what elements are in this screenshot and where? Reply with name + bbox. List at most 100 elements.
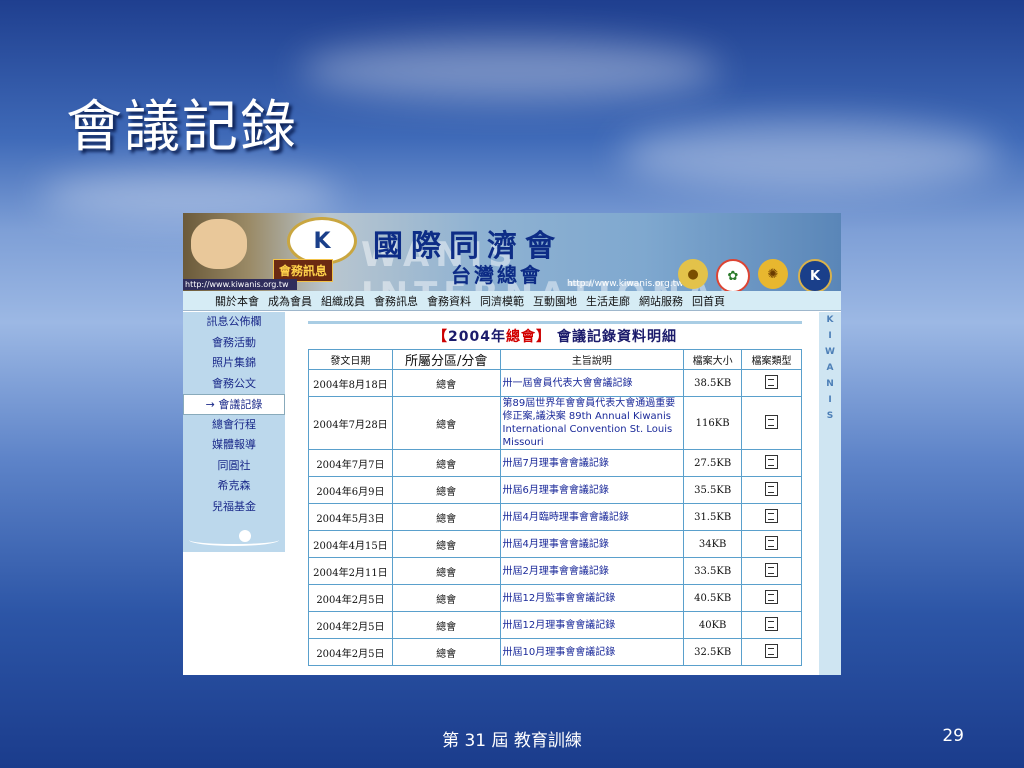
nav-item[interactable]: 組織成員: [321, 293, 365, 309]
cell-date: 2004年2月5日: [308, 611, 393, 639]
cell-desc-link[interactable]: 卅一屆會員代表大會會議記錄: [499, 369, 685, 397]
nav-item[interactable]: 網站服務: [639, 293, 683, 309]
url-left: http://www.kiwanis.org.tw: [183, 279, 297, 290]
nav-item[interactable]: 成為會員: [268, 293, 312, 309]
emblem-icon: ●: [678, 259, 708, 289]
nav-item[interactable]: 回首頁: [692, 293, 725, 309]
word-doc-icon[interactable]: [765, 616, 779, 631]
cell-date: 2004年5月3日: [308, 503, 393, 531]
cell-unit: 總會: [391, 530, 501, 558]
word-doc-icon[interactable]: [765, 643, 779, 658]
table-row: 2004年2月5日 總會 卅屆12月理事會會議記錄 40KB: [308, 611, 802, 639]
cell-desc-link[interactable]: 卅屆4月臨時理事會會議記錄: [499, 503, 685, 531]
word-doc-icon[interactable]: [765, 535, 779, 550]
slide-title: 會議記錄: [66, 95, 298, 160]
menu-item-bulletin[interactable]: 訊息公佈欄: [183, 312, 285, 333]
left-menu: 訊息公佈欄 會務活動 照片集錦 會務公文 → 會議記錄 總會行程 媒體報導 同圓…: [183, 312, 285, 552]
cell-desc-link[interactable]: 卅屆2月理事會會議記錄: [499, 557, 685, 585]
cell-unit: 總會: [391, 396, 501, 450]
nav-item[interactable]: 生活走廊: [586, 293, 630, 309]
cell-type: [741, 530, 802, 558]
table-row: 2004年2月5日 總會 卅屆10月理事會會議記錄 32.5KB: [308, 638, 802, 666]
cell-unit: 總會: [391, 638, 501, 666]
strip-letter: N: [826, 379, 834, 389]
cell-type: [741, 557, 802, 585]
word-doc-icon[interactable]: [765, 589, 779, 604]
cell-desc-link[interactable]: 卅屆7月理事會會議記錄: [499, 449, 685, 477]
caption-text: 會議記錄資料明細: [556, 329, 677, 345]
menu-item-child-fund[interactable]: 兒福基金: [183, 497, 285, 518]
word-doc-icon[interactable]: [765, 562, 779, 577]
menu-item-documents[interactable]: 會務公文: [183, 374, 285, 395]
cell-size: 40.5KB: [683, 584, 743, 612]
header-date: 發文日期: [308, 349, 393, 370]
cell-date: 2004年4月15日: [308, 530, 393, 558]
table-caption: 【 2004年 總會 】 會議記錄資料明細: [308, 321, 802, 348]
menu-item-hixon[interactable]: 希克森: [183, 476, 285, 497]
cell-unit: 總會: [391, 476, 501, 504]
word-doc-icon[interactable]: [765, 374, 779, 389]
cell-size: 35.5KB: [683, 476, 743, 504]
table-row: 2004年7月28日 總會 第89屆世界年會會員代表大會通過重要修正案,議決案 …: [308, 396, 802, 450]
table-row: 2004年8月18日 總會 卅一屆會員代表大會會議記錄 38.5KB: [308, 369, 802, 397]
nav-item[interactable]: 同濟模範: [480, 293, 524, 309]
caption-year: 2004年: [448, 329, 506, 345]
nav-item[interactable]: 會務訊息: [374, 293, 418, 309]
menu-item-photos[interactable]: 照片集錦: [183, 353, 285, 374]
cell-desc-link[interactable]: 卅屆10月理事會會議記錄: [499, 638, 685, 666]
word-doc-icon[interactable]: [765, 481, 779, 496]
caption-bracket: 【: [433, 329, 449, 345]
table-row: 2004年6月9日 總會 卅屆6月理事會會議記錄 35.5KB: [308, 476, 802, 504]
slide-page-number: 29: [942, 726, 964, 746]
strip-letter: W: [825, 347, 835, 357]
cell-unit: 總會: [391, 557, 501, 585]
cell-date: 2004年6月9日: [308, 476, 393, 504]
cell-desc-link[interactable]: 卅屆12月理事會會議記錄: [499, 611, 685, 639]
table-row: 2004年2月11日 總會 卅屆2月理事會會議記錄 33.5KB: [308, 557, 802, 585]
table-row: 2004年5月3日 總會 卅屆4月臨時理事會會議記錄 31.5KB: [308, 503, 802, 531]
cell-size: 40KB: [683, 611, 743, 639]
table-header-row: 發文日期 所屬分區/分會 主旨說明 檔案大小 檔案類型: [308, 349, 802, 370]
menu-item-schedule[interactable]: 總會行程: [183, 415, 285, 436]
caption-bracket: 】: [535, 329, 551, 345]
baby-photo: [191, 219, 247, 269]
word-doc-icon[interactable]: [765, 454, 779, 469]
cell-date: 2004年7月28日: [308, 396, 393, 450]
cell-date: 2004年7月7日: [308, 449, 393, 477]
word-doc-icon[interactable]: [765, 508, 779, 523]
table-row: 2004年4月15日 總會 卅屆4月理事會會議記錄 34KB: [308, 530, 802, 558]
emblem-icon: ✿: [716, 259, 750, 293]
cell-size: 33.5KB: [683, 557, 743, 585]
cell-type: [741, 638, 802, 666]
cell-desc-link[interactable]: 第89屆世界年會會員代表大會通過重要修正案,議決案 89th Annual Ki…: [499, 396, 685, 450]
cell-size: 38.5KB: [683, 369, 743, 397]
kiwanis-logo-icon: K: [287, 217, 357, 265]
menu-item-meeting-records[interactable]: → 會議記錄: [183, 394, 285, 415]
word-doc-icon[interactable]: [765, 414, 779, 429]
strip-letter: K: [826, 315, 834, 325]
cell-date: 2004年2月5日: [308, 638, 393, 666]
cell-type: [741, 503, 802, 531]
cell-desc-link[interactable]: 卅屆4月理事會會議記錄: [499, 530, 685, 558]
menu-item-activities[interactable]: 會務活動: [183, 333, 285, 354]
table-row: 2004年7月7日 總會 卅屆7月理事會會議記錄 27.5KB: [308, 449, 802, 477]
menu-item-media[interactable]: 媒體報導: [183, 435, 285, 456]
nav-item[interactable]: 關於本會: [215, 293, 259, 309]
cell-desc-link[interactable]: 卅屆6月理事會會議記錄: [499, 476, 685, 504]
cell-type: [741, 396, 802, 450]
strip-letter: I: [828, 395, 832, 405]
header-desc: 主旨說明: [499, 349, 685, 370]
cloud-decoration: [620, 120, 1000, 190]
cell-size: 116KB: [683, 396, 743, 450]
website-screenshot: WANIS INTERNATIONAL K 國際同濟會 台灣總會 會務訊息 ht…: [183, 213, 841, 675]
nav-item[interactable]: 會務資料: [427, 293, 471, 309]
emblem-icon: ✺: [758, 259, 788, 289]
nav-item[interactable]: 互動園地: [533, 293, 577, 309]
cell-date: 2004年2月11日: [308, 557, 393, 585]
menu-item-club[interactable]: 同圓社: [183, 456, 285, 477]
cell-desc-link[interactable]: 卅屆12月監事會會議記錄: [499, 584, 685, 612]
cell-unit: 總會: [391, 369, 501, 397]
cell-date: 2004年2月5日: [308, 584, 393, 612]
kiwanis-badge-icon: K: [798, 259, 832, 293]
slide-footer: 第 31 屆 教育訓練: [442, 731, 582, 751]
